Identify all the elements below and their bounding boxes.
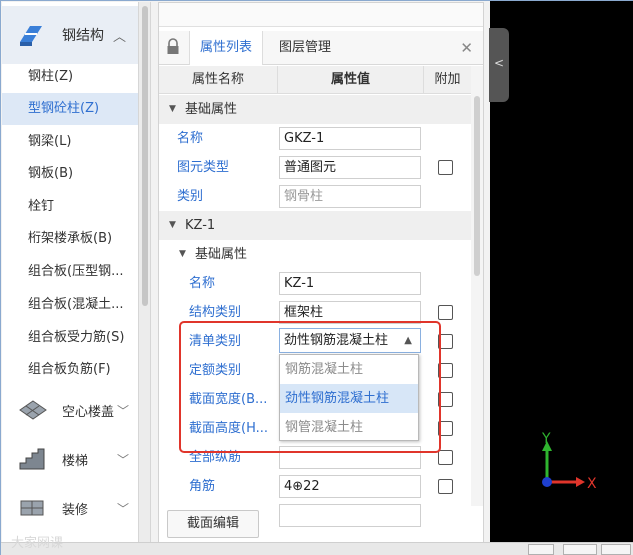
chevron-down-icon[interactable]: ﹀ (117, 402, 129, 419)
collapse-triangle-icon[interactable]: ▼ (169, 211, 176, 240)
property-value-input[interactable]: KZ-1 (279, 272, 421, 295)
column-header-name: 属性名称 (159, 66, 278, 94)
watermark: 大家网课 (11, 536, 64, 551)
scrollbar-thumb[interactable] (142, 6, 148, 306)
property-row: 类别 钢骨柱 (159, 182, 471, 211)
collapse-triangle-icon[interactable]: ▼ (169, 95, 176, 124)
extra-checkbox[interactable] (438, 450, 453, 465)
group-row-basic[interactable]: ▼ 基础属性 (159, 95, 471, 124)
origin-point (542, 477, 552, 487)
x-axis-arrow (576, 477, 585, 487)
nav-item-steel-column[interactable]: 钢柱(Z) (2, 61, 138, 93)
nav-item-composite-slab-neg-bar[interactable]: 组合板负筋(F) (2, 354, 138, 386)
chevron-left-icon: < (494, 56, 505, 70)
nav-item-steel-concrete-column[interactable]: 型钢砼柱(Z) (2, 93, 138, 125)
close-icon[interactable]: ✕ (460, 39, 473, 57)
group-label: KZ-1 (185, 218, 216, 233)
property-value-input[interactable] (279, 504, 421, 527)
drawing-viewport[interactable]: Y X (490, 1, 633, 542)
chevron-up-icon[interactable]: ︿ (113, 26, 129, 45)
y-axis-label: Y (541, 431, 551, 447)
nav-item-truss-deck[interactable]: 桁架楼承板(B) (2, 223, 138, 255)
property-value-input[interactable]: 4⊕22 (279, 475, 421, 498)
nav-group-label: 空心楼盖 (62, 404, 115, 420)
property-value-readonly: 钢骨柱 (279, 185, 421, 208)
extra-checkbox[interactable] (438, 160, 453, 175)
panel-scrollbar[interactable] (471, 66, 483, 506)
app-window: 钢结构 ︿ 钢柱(Z) 型钢砼柱(Z) 钢梁(L) 钢板(B) 栓钉 桁架楼承板… (0, 0, 633, 555)
lock-icon[interactable] (166, 38, 180, 56)
grid-header: 属性名称 属性值 附加 (159, 66, 471, 94)
property-name: 角筋 (189, 479, 216, 494)
stairs-icon (18, 446, 48, 472)
extra-checkbox[interactable] (438, 305, 453, 320)
property-name: 类别 (177, 189, 204, 204)
property-row: 名称 KZ-1 (159, 269, 471, 298)
nav-item-stud[interactable]: 栓钉 (2, 191, 138, 223)
tab-layers[interactable]: 图层管理 (269, 31, 341, 65)
highlight-annotation-box (179, 321, 441, 453)
x-axis-label: X (587, 476, 597, 492)
property-value-input[interactable]: 普通图元 (279, 156, 421, 179)
status-icon[interactable] (563, 544, 597, 555)
hollow-floor-icon (18, 397, 48, 423)
nav-item-composite-slab-profiled[interactable]: 组合板(压型钢... (2, 256, 138, 288)
left-scrollbar[interactable] (139, 2, 151, 542)
status-icon[interactable] (528, 544, 554, 555)
property-value-input[interactable]: GKZ-1 (279, 127, 421, 150)
group-label: 基础属性 (195, 247, 248, 262)
column-header-value: 属性值 (278, 66, 424, 94)
component-tree: 钢结构 ︿ 钢柱(Z) 型钢砼柱(Z) 钢梁(L) 钢板(B) 栓钉 桁架楼承板… (2, 2, 139, 542)
nav-group-stairs[interactable]: 楼梯 ﹀ (2, 436, 138, 482)
tab-properties[interactable]: 属性列表 (189, 31, 264, 65)
nav-group-label: 装修 (62, 502, 89, 518)
subgroup-row-basic[interactable]: ▼ 基础属性 (159, 240, 471, 269)
nav-group-steel-structure[interactable]: 钢结构 ︿ (2, 6, 138, 64)
property-row: 角筋 4⊕22 (159, 472, 471, 501)
property-name: 图元类型 (177, 160, 230, 175)
status-icon[interactable] (601, 544, 631, 555)
panel-collapse-tab[interactable]: < (489, 28, 509, 102)
section-edit-button[interactable]: 截面编辑 (167, 510, 259, 538)
nav-item-composite-slab-concrete[interactable]: 组合板(混凝土... (2, 289, 138, 321)
property-row: 图元类型 普通图元 (159, 153, 471, 182)
nav-group-decoration[interactable]: 装修 ﹀ (2, 485, 138, 531)
group-row-kz1[interactable]: ▼ KZ-1 (159, 211, 471, 240)
panel-tabs: 属性列表 图层管理 ✕ (159, 31, 483, 65)
chevron-down-icon[interactable]: ﹀ (117, 500, 129, 517)
property-name: 名称 (189, 276, 216, 291)
nav-item-steel-beam[interactable]: 钢梁(L) (2, 126, 138, 158)
nav-group-label: 钢结构 (62, 28, 104, 44)
property-name: 名称 (177, 131, 204, 146)
axis-gizmo: Y X (541, 431, 597, 492)
column-header-extra: 附加 (434, 72, 461, 87)
chevron-down-icon[interactable]: ﹀ (117, 451, 129, 468)
property-row: 名称 GKZ-1 (159, 124, 471, 153)
nav-group-label: 楼梯 (62, 453, 89, 469)
decoration-icon (18, 495, 48, 521)
extra-checkbox[interactable] (438, 479, 453, 494)
panel-topbar (159, 3, 483, 27)
steel-structure-icon (16, 20, 46, 50)
nav-item-steel-plate[interactable]: 钢板(B) (2, 158, 138, 190)
scrollbar-thumb[interactable] (474, 96, 480, 276)
group-label: 基础属性 (185, 102, 238, 117)
nav-group-hollow-floor[interactable]: 空心楼盖 ﹀ (2, 387, 138, 433)
nav-item-composite-slab-main-bar[interactable]: 组合板受力筋(S) (2, 322, 138, 354)
property-panel: 属性列表 图层管理 ✕ 属性名称 属性值 附加 ▼ 基础属性 名称 GKZ-1 … (158, 2, 484, 548)
collapse-triangle-icon[interactable]: ▼ (179, 240, 186, 269)
